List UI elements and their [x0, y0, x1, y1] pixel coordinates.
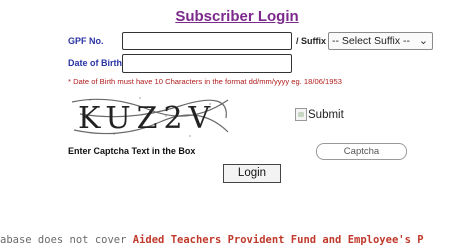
announcement-marquee: abase does not cover Aided Teachers Prov…	[0, 234, 424, 246]
captcha-label: Enter Captcha Text in the Box	[68, 146, 196, 156]
submit-alt-text: Submit	[308, 108, 344, 121]
suffix-select-value: -- Select Suffix --	[332, 35, 410, 47]
login-button[interactable]: Login	[223, 164, 281, 183]
page-title[interactable]: Subscriber Login	[0, 8, 474, 25]
broken-image-icon	[295, 108, 307, 121]
chevron-down-icon: ⌄	[418, 35, 428, 47]
captcha-image: KUZ2V	[71, 97, 229, 137]
marquee-text-part2: Aided Teachers Provident Fund and Employ…	[132, 234, 424, 246]
suffix-select[interactable]: -- Select Suffix -- ⌄	[328, 32, 433, 50]
submit-button[interactable]: Submit	[295, 108, 344, 121]
marquee-text-part1: abase does not cover	[0, 234, 133, 246]
dob-format-note: * Date of Birth must have 10 Characters …	[68, 77, 342, 86]
captcha-text: KUZ2V	[78, 101, 216, 136]
gpf-no-label: GPF No.	[68, 36, 104, 46]
date-of-birth-input[interactable]	[122, 54, 292, 73]
captcha-input[interactable]: Captcha	[316, 143, 407, 160]
gpf-no-input[interactable]	[122, 32, 292, 50]
suffix-label: / Suffix	[296, 36, 327, 46]
date-of-birth-label: Date of Birth	[68, 58, 122, 68]
